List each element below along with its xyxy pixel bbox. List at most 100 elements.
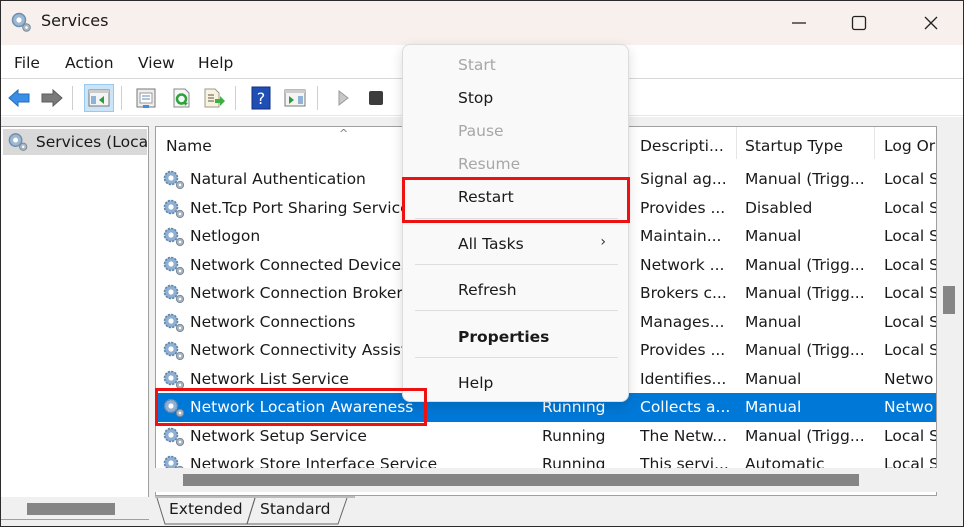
refresh-icon <box>173 88 190 108</box>
menu-separator <box>415 310 618 311</box>
vertical-scrollbar[interactable] <box>937 126 961 496</box>
cell-description: Network ... <box>640 255 725 274</box>
service-gear-icon <box>163 427 185 446</box>
export-list-icon <box>204 88 225 108</box>
tree-scroll-thumb[interactable] <box>27 503 115 515</box>
start-service-button[interactable] <box>328 84 358 112</box>
menu-item-stop[interactable]: Stop <box>403 82 628 114</box>
cell-log-on-as: Local S <box>884 227 936 245</box>
column-header-startup-type[interactable]: Startup Type <box>745 137 843 155</box>
stop-service-button[interactable] <box>361 84 391 112</box>
maximize-button[interactable] <box>829 1 889 45</box>
menu-item-refresh[interactable]: Refresh <box>403 274 628 306</box>
close-button[interactable] <box>901 1 961 45</box>
properties-button[interactable] <box>131 84 161 112</box>
cell-name: Network Setup Service <box>190 426 367 445</box>
cell-description: Provides ... <box>640 198 726 217</box>
cell-log-on-as: Local S <box>884 341 936 359</box>
service-gear-icon <box>163 313 185 332</box>
cell-log-on-as: Netwo <box>884 398 934 416</box>
toolbar-separator <box>121 86 122 110</box>
title-bar: Services <box>1 1 963 45</box>
cell-description: Collects a... <box>640 398 731 416</box>
show-hide-console-tree-button[interactable] <box>84 84 114 112</box>
menu-item-start[interactable]: Start <box>403 49 628 81</box>
menu-item-help[interactable]: Help <box>403 367 628 399</box>
cell-log-on-as: Local S <box>884 170 936 188</box>
refresh-button[interactable] <box>166 84 196 112</box>
menu-item-pause[interactable]: Pause <box>403 115 628 147</box>
maximize-icon <box>851 15 867 31</box>
menu-view[interactable]: View <box>138 54 175 72</box>
services-gear-icon <box>8 133 28 151</box>
menu-file[interactable]: File <box>14 54 40 72</box>
tab-standard[interactable]: Standard <box>260 500 331 518</box>
back-arrow-icon <box>8 88 30 108</box>
close-icon <box>924 16 938 30</box>
menu-separator <box>415 264 618 265</box>
cell-log-on-as: Local S <box>884 255 936 274</box>
column-divider[interactable] <box>874 127 875 159</box>
toolbar-separator <box>317 86 318 110</box>
svg-text:?: ? <box>257 89 266 108</box>
back-button[interactable] <box>4 84 34 112</box>
properties-icon <box>136 88 156 108</box>
cell-startup-type: Manual (Trigg... <box>745 255 865 274</box>
cell-startup-type: Manual <box>745 369 802 388</box>
service-gear-icon <box>163 170 185 190</box>
menu-item-all-tasks[interactable]: All Tasks › <box>403 228 628 260</box>
cell-startup-type: Manual (Trigg... <box>745 170 865 188</box>
horizontal-scrollbar[interactable] <box>155 468 937 492</box>
view-tabs: Extended Standard <box>155 496 937 526</box>
cell-description: Identifies... <box>640 369 727 388</box>
export-list-button[interactable] <box>199 84 229 112</box>
minimize-icon <box>792 22 806 24</box>
menu-item-resume[interactable]: Resume <box>403 148 628 180</box>
cell-log-on-as: Local S <box>884 426 936 445</box>
cell-startup-type: Manual <box>745 398 802 416</box>
services-gear-icon <box>11 12 31 32</box>
service-gear-icon <box>163 341 185 361</box>
cell-startup-type: Manual (Trigg... <box>745 341 865 359</box>
forward-button[interactable] <box>37 84 67 112</box>
forward-arrow-icon <box>41 88 63 108</box>
horizontal-scroll-thumb[interactable] <box>183 474 859 486</box>
cell-startup-type: Manual (Trigg... <box>745 426 865 445</box>
tree-item-services-local[interactable]: Services (Local <box>3 129 147 155</box>
cell-log-on-as: Local S <box>884 198 936 217</box>
minimize-button[interactable] <box>769 1 829 45</box>
tree-item-label: Services (Local <box>35 133 147 151</box>
console-tree-pane: Services (Local <box>1 126 149 520</box>
cell-description: The Netw... <box>640 426 727 445</box>
column-header-name[interactable]: Name <box>166 137 212 155</box>
sort-ascending-icon: ^ <box>339 127 349 140</box>
tree-horizontal-scrollbar[interactable] <box>1 497 149 519</box>
menu-item-properties[interactable]: Properties <box>403 321 628 353</box>
show-hide-action-pane-button[interactable] <box>280 84 310 112</box>
toolbar-separator <box>72 86 73 110</box>
cell-log-on-as: Netwo <box>884 369 934 388</box>
service-gear-icon <box>163 370 185 389</box>
help-button[interactable]: ? <box>246 84 276 112</box>
cell-log-on-as: Local S <box>884 312 936 331</box>
cell-startup-type: Manual <box>745 312 802 331</box>
action-pane-icon <box>284 89 306 107</box>
cell-description: Brokers c... <box>640 284 727 302</box>
menu-help[interactable]: Help <box>198 54 233 72</box>
cell-description: Manages... <box>640 312 725 331</box>
window-title: Services <box>41 11 109 30</box>
service-gear-icon <box>163 256 185 275</box>
vertical-scroll-thumb[interactable] <box>943 286 955 314</box>
stop-icon <box>369 91 383 105</box>
restart-highlight-box <box>402 177 630 223</box>
column-header-description[interactable]: Descripti... <box>640 137 724 155</box>
column-divider[interactable] <box>736 127 737 159</box>
tab-extended[interactable]: Extended <box>169 500 243 518</box>
selected-service-highlight-box <box>155 388 427 426</box>
context-menu: Start Stop Pause Resume Restart All Task… <box>402 44 629 402</box>
menu-action[interactable]: Action <box>65 54 114 72</box>
help-question-icon: ? <box>251 86 271 110</box>
cell-status: Running <box>542 426 606 445</box>
menu-separator <box>415 357 618 358</box>
column-header-log-on-as[interactable]: Log Or <box>884 137 935 155</box>
